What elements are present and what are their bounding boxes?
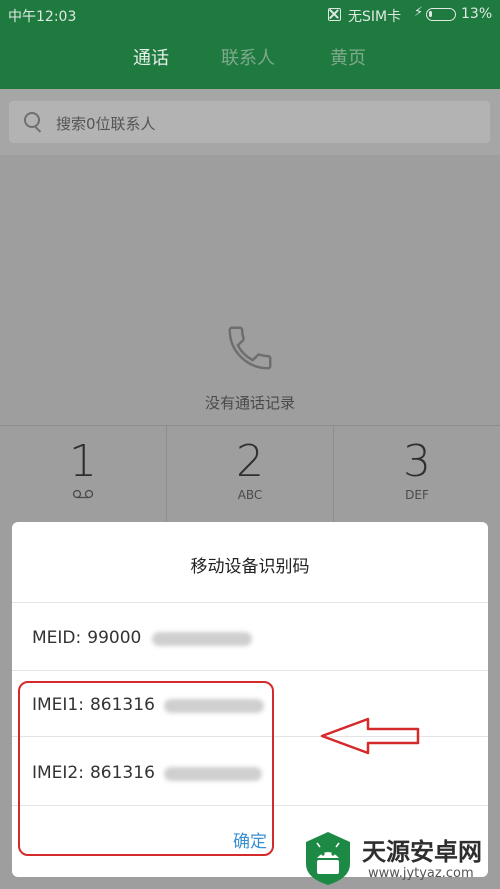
battery-icon <box>426 8 456 21</box>
status-time: 中午12:03 <box>8 9 77 25</box>
left-arrow-icon <box>320 717 420 755</box>
tab-calls[interactable]: 通话 <box>133 44 169 70</box>
watermark: 天源安卓网 www.jytyaz.com <box>298 826 500 889</box>
key-letters: DEF <box>405 488 429 502</box>
dialpad-key-1[interactable]: 1 <box>0 425 166 525</box>
app-header: 中午12:03 无SIM卡 ⚡ 13% 通话 联系人 黄页 <box>0 0 500 89</box>
dialpad-key-2[interactable]: 2 ABC <box>166 425 334 525</box>
voicemail-icon <box>72 489 94 499</box>
phone-icon <box>228 326 272 370</box>
highlight-box <box>18 681 274 856</box>
search-input[interactable]: 搜索0位联系人 <box>9 101 490 143</box>
divider <box>12 602 488 603</box>
tab-yellow-pages[interactable]: 黄页 <box>330 44 366 70</box>
watermark-title: 天源安卓网 <box>362 838 482 866</box>
tab-contacts[interactable]: 联系人 <box>221 44 275 70</box>
search-area: 搜索0位联系人 <box>0 89 500 155</box>
meid-label: MEID: <box>32 628 82 648</box>
search-icon <box>24 112 40 128</box>
dialpad-key-3[interactable]: 3 DEF <box>334 425 500 525</box>
divider <box>12 670 488 671</box>
empty-call-log-text: 没有通话记录 <box>204 394 295 412</box>
call-log: 没有通话记录 <box>0 155 500 425</box>
charging-bolt-icon: ⚡ <box>414 5 424 20</box>
key-digit: 3 <box>403 436 431 487</box>
watermark-url: www.jytyaz.com <box>368 866 474 881</box>
tab-bar: 通话 联系人 黄页 <box>0 44 500 74</box>
battery-percent: 13% <box>461 6 493 22</box>
search-placeholder: 搜索0位联系人 <box>56 115 156 133</box>
redaction-blur <box>152 632 252 646</box>
no-sim-icon <box>328 8 341 21</box>
android-logo-icon <box>306 832 350 885</box>
sim-status: 无SIM卡 <box>348 9 402 25</box>
meid-value: 99000 <box>87 628 142 648</box>
status-bar: 中午12:03 无SIM卡 ⚡ 13% <box>0 0 500 30</box>
dialog-title: 移动设备识别码 <box>190 557 310 577</box>
key-digit: 1 <box>69 436 97 487</box>
key-digit: 2 <box>236 436 264 487</box>
key-letters: ABC <box>237 488 263 502</box>
meid-row: MEID: 99000 <box>32 628 141 648</box>
